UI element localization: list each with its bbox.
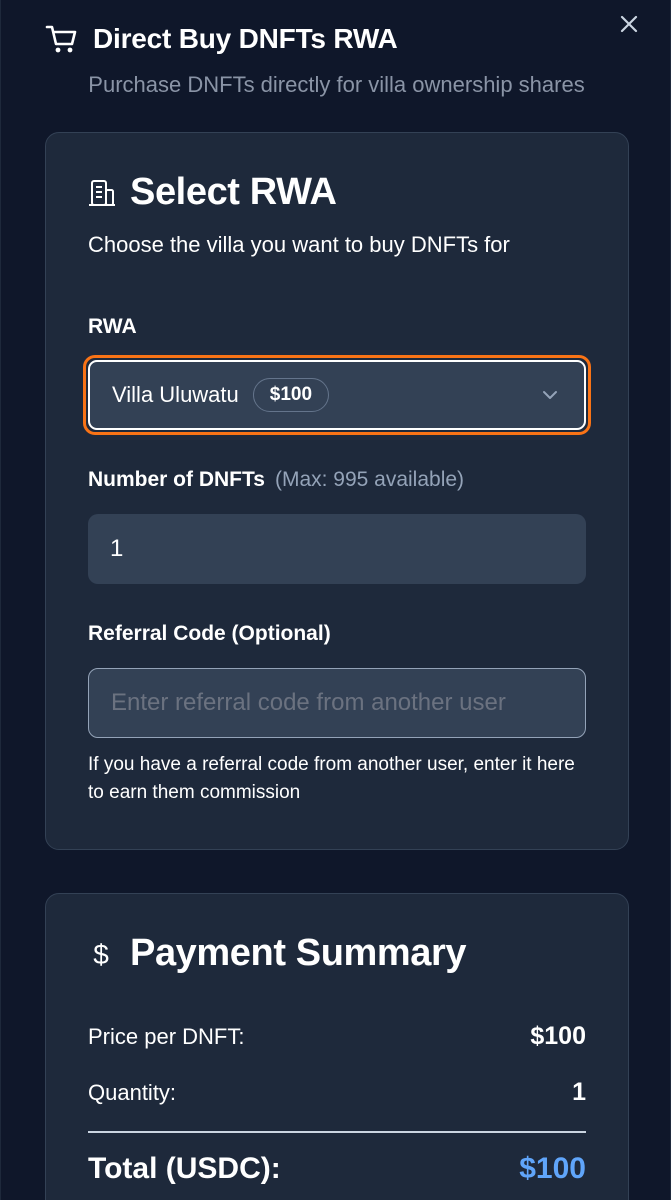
payment-summary-card: $ Payment Summary Price per DNFT: $100 Q… [45, 893, 629, 1200]
select-rwa-heading: Select RWA [88, 171, 337, 214]
price-per-dnft-row: Price per DNFT: $100 [88, 1022, 586, 1051]
rwa-select-field: Villa Uluwatu $100 [88, 360, 586, 430]
card-title: Payment Summary [130, 932, 467, 974]
modal-header: Direct Buy DNFTs RWA [45, 22, 398, 56]
rwa-select-value: Villa Uluwatu [112, 382, 239, 407]
rwa-label: RWA [88, 315, 137, 338]
summary-divider [88, 1131, 586, 1133]
shopping-cart-icon [45, 25, 77, 53]
card-description: Choose the villa you want to buy DNFTs f… [88, 232, 510, 257]
dollar-icon: $ [93, 939, 109, 970]
quantity-label-text: Number of DNFTs [88, 468, 265, 491]
quantity-summary-value: 1 [572, 1078, 586, 1106]
building-icon [89, 179, 115, 206]
referral-code-input[interactable]: Enter referral code from another user [88, 668, 586, 738]
modal-title: Direct Buy DNFTs RWA [93, 23, 398, 54]
direct-buy-modal: Direct Buy DNFTs RWA Purchase DNFTs dire… [0, 0, 671, 1200]
referral-help-text: If you have a referral code from another… [88, 754, 575, 803]
price-badge: $100 [252, 378, 330, 412]
close-icon [620, 15, 638, 33]
select-rwa-card: Select RWA Choose the villa you want to … [45, 132, 629, 850]
price-per-dnft-value: $100 [530, 1022, 586, 1050]
total-row: Total (USDC): $100 [88, 1152, 586, 1186]
quantity-summary-label: Quantity: [88, 1079, 177, 1105]
referral-label: Referral Code (Optional) [88, 622, 331, 645]
rwa-select[interactable]: Villa Uluwatu $100 [83, 355, 591, 435]
card-title: Select RWA [130, 171, 337, 213]
chevron-down-icon [543, 391, 557, 399]
payment-summary-heading: $ Payment Summary [88, 932, 466, 975]
total-value: $100 [519, 1152, 586, 1185]
quantity-label: Number of DNFTs (Max: 995 available) [88, 468, 464, 492]
quantity-hint: (Max: 995 available) [274, 468, 465, 491]
quantity-input[interactable]: 1 [88, 514, 586, 584]
total-label: Total (USDC): [88, 1152, 281, 1185]
price-per-dnft-label: Price per DNFT: [88, 1023, 245, 1049]
modal-subtitle: Purchase DNFTs directly for villa owners… [88, 72, 585, 97]
svg-text:$: $ [93, 939, 109, 970]
close-button[interactable] [615, 10, 643, 38]
quantity-row: Quantity: 1 [88, 1078, 586, 1107]
